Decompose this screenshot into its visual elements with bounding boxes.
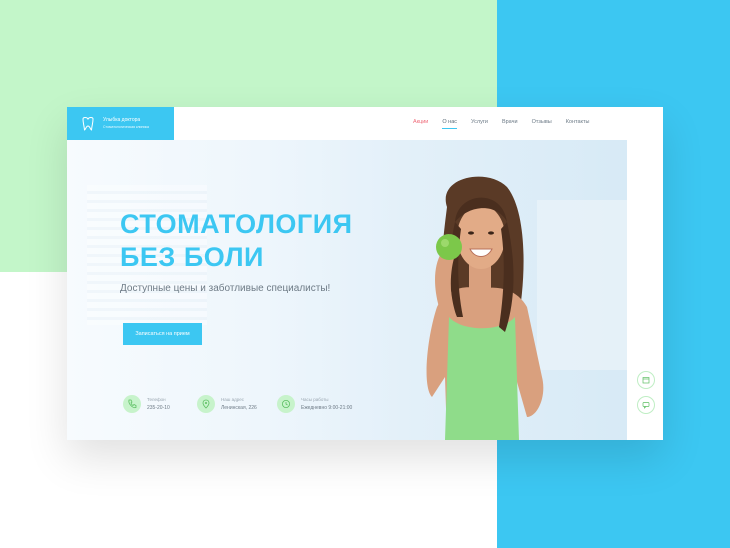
nav-item-reviews[interactable]: Отзывы [532, 119, 552, 125]
contact-value: Ленинская, 226 [221, 405, 257, 411]
location-pin-icon [197, 395, 215, 413]
clock-icon [277, 395, 295, 413]
brand-subtitle: Стоматологическая клиника [103, 125, 149, 129]
contact-value[interactable]: 235-20-10 [147, 405, 170, 411]
hero-headline: СТОМАТОЛОГИЯ БЕЗ БОЛИ [120, 208, 353, 274]
calendar-icon [642, 377, 650, 384]
smiling-woman-with-apple-image [426, 176, 544, 440]
contact-label: Наш адрес [221, 397, 244, 402]
chat-icon [642, 402, 650, 409]
logo[interactable]: Улыбка доктора Стоматологическая клиника [67, 107, 174, 140]
nav-item-contacts[interactable]: Контакты [566, 119, 590, 125]
nav-item-about[interactable]: О нас [442, 119, 457, 129]
contact-value: Ежедневно 9:00-21:00 [301, 405, 353, 411]
contact-hours: Часы работы Ежедневно 9:00-21:00 [277, 395, 352, 413]
main-nav: Акции О нас Услуги Врачи Отзывы Контакты [413, 119, 603, 129]
contact-label: Часы работы [301, 397, 329, 402]
website-mockup: Улыбка доктора Стоматологическая клиника… [67, 107, 663, 440]
phone-icon [123, 395, 141, 413]
headline-line-1: СТОМАТОЛОГИЯ [120, 209, 353, 239]
chat-side-button[interactable] [637, 396, 655, 414]
brand-title: Улыбка доктора [103, 117, 141, 123]
calendar-side-button[interactable] [637, 371, 655, 389]
contact-label: Телефон [147, 397, 166, 402]
nav-item-doctors[interactable]: Врачи [502, 119, 518, 125]
nav-item-services[interactable]: Услуги [471, 119, 488, 125]
appointment-button[interactable]: Записаться на прием [123, 323, 202, 345]
hero-subtitle: Доступные цены и заботливые специалисты! [120, 283, 331, 294]
nav-item-promo[interactable]: Акции [413, 119, 428, 125]
side-rail [627, 140, 663, 440]
tooth-icon [82, 117, 94, 131]
headline-line-2: БЕЗ БОЛИ [120, 242, 264, 272]
contact-phone: Телефон 235-20-10 [123, 395, 170, 413]
contact-address: Наш адрес Ленинская, 226 [197, 395, 257, 413]
